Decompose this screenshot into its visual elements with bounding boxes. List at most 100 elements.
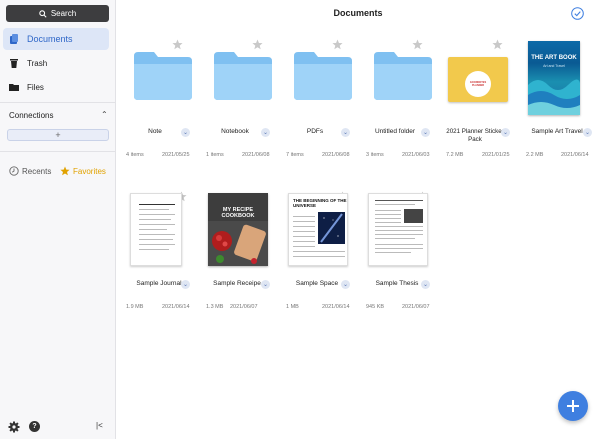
- document-thumbnail: [368, 193, 428, 266]
- text-line: [139, 229, 167, 230]
- star-icon[interactable]: [332, 39, 343, 50]
- star-icon[interactable]: [492, 39, 503, 50]
- text-line: [293, 226, 315, 227]
- text-line: [375, 234, 423, 235]
- text-line: [375, 200, 423, 201]
- text-line: [293, 216, 315, 217]
- help-icon[interactable]: ?: [29, 421, 40, 432]
- document-thumbnail: GOODNOTES PLANNER: [448, 57, 508, 102]
- search-button[interactable]: Search: [6, 5, 109, 22]
- text-line: [375, 210, 401, 211]
- document-tile-journal[interactable]: Sample Journal ⌄ 1.9 MB 2021/06/14: [124, 191, 200, 324]
- text-line: [293, 251, 345, 252]
- modified-date: 2021/06/14: [561, 152, 589, 158]
- chevron-down-icon[interactable]: ⌄: [421, 280, 430, 289]
- text-line: [293, 221, 315, 222]
- star-icon[interactable]: [252, 39, 263, 50]
- item-count: 4 items: [126, 152, 144, 158]
- text-line: [139, 204, 175, 205]
- modified-date: 2021/05/25: [162, 152, 190, 158]
- chevron-up-icon[interactable]: ⌃: [101, 110, 108, 119]
- text-line: [375, 204, 415, 205]
- text-line: [375, 248, 423, 249]
- folder-icon: [214, 52, 272, 100]
- document-tile-pdfs[interactable]: PDFs ⌄ 7 items 2021/06/08: [284, 39, 360, 172]
- text-line: [139, 239, 173, 240]
- trash-icon: [10, 59, 18, 68]
- chevron-down-icon[interactable]: ⌄: [181, 280, 190, 289]
- plus-icon: [567, 400, 579, 412]
- folder-icon: [134, 52, 192, 100]
- app-window: Search Documents Trash Files Connections…: [0, 0, 600, 439]
- recents-tab[interactable]: Recents: [9, 166, 51, 176]
- chevron-down-icon[interactable]: ⌄: [583, 128, 592, 137]
- sidebar-item-trash[interactable]: Trash: [3, 52, 109, 74]
- star-icon[interactable]: [172, 39, 183, 50]
- chevron-down-icon[interactable]: ⌄: [341, 280, 350, 289]
- sidebar-item-files[interactable]: Files: [3, 76, 109, 98]
- add-document-button[interactable]: [558, 391, 588, 421]
- folder-icon: [9, 84, 19, 91]
- document-name: Sample Receipe: [213, 280, 261, 287]
- recents-label: Recents: [22, 166, 52, 176]
- favorites-tab[interactable]: Favorites: [60, 166, 106, 176]
- document-tile-note[interactable]: Note ⌄ 4 items 2021/05/25: [124, 39, 200, 172]
- document-name: Sample Space: [295, 280, 339, 287]
- cover-title: THE ART BOOK: [531, 55, 577, 61]
- collapse-sidebar-icon[interactable]: |<: [96, 421, 103, 430]
- add-connection-button[interactable]: +: [7, 129, 109, 141]
- favorites-label: Favorites: [73, 166, 106, 176]
- text-line: [293, 256, 345, 257]
- file-size: 945 KB: [366, 304, 385, 310]
- cover-title: MY RECIPE COOKBOOK: [221, 207, 255, 219]
- document-tile-art-travel[interactable]: THE ART BOOK Art and Travel Sample Art T…: [522, 41, 594, 172]
- connections-heading: Connections: [9, 111, 54, 120]
- sidebar-item-documents[interactable]: Documents: [3, 28, 109, 50]
- document-name: PDFs: [306, 128, 324, 135]
- sidebar: Search Documents Trash Files Connections…: [0, 0, 116, 439]
- chevron-down-icon[interactable]: ⌄: [341, 128, 350, 137]
- chevron-down-icon[interactable]: ⌄: [501, 128, 510, 137]
- chevron-down-icon[interactable]: ⌄: [261, 128, 270, 137]
- galaxy-image: [318, 212, 345, 244]
- gear-icon[interactable]: [8, 421, 20, 433]
- text-line: [139, 219, 171, 220]
- chevron-down-icon[interactable]: ⌄: [181, 128, 190, 137]
- clock-icon: [9, 166, 19, 176]
- document-tile-thesis[interactable]: Sample Thesis ⌄ 945 KB 2021/06/07: [364, 191, 440, 324]
- document-name: Sample Thesis: [375, 280, 419, 287]
- sidebar-divider: [0, 102, 116, 103]
- document-tile-space[interactable]: THE BEGINNING OF THE UNIVERSE Sample Spa…: [284, 191, 360, 324]
- modified-date: 2021/06/14: [162, 304, 190, 310]
- file-size: 1.9 MB: [126, 304, 144, 310]
- chevron-down-icon[interactable]: ⌄: [261, 280, 270, 289]
- star-icon[interactable]: [412, 39, 423, 50]
- modified-date: 2021/06/14: [322, 304, 350, 310]
- document-thumbnail: [130, 193, 182, 266]
- item-count: 3 items: [366, 152, 384, 158]
- select-check-icon[interactable]: [571, 7, 584, 20]
- text-line: [139, 224, 175, 225]
- wave-art: [528, 79, 580, 115]
- document-name: 2021 Planner Sticker Pack: [446, 128, 504, 143]
- text-line: [293, 241, 315, 242]
- chevron-down-icon[interactable]: ⌄: [421, 128, 430, 137]
- modified-date: 2021/06/08: [242, 152, 270, 158]
- text-line: [139, 214, 175, 215]
- document-tile-receipe[interactable]: MY RECIPE COOKBOOK Sample Receipe ⌄ 1.3 …: [204, 193, 280, 324]
- text-line: [375, 222, 401, 223]
- document-name: Sample Art Travel: [531, 128, 583, 135]
- file-size: 1 MB: [286, 304, 299, 310]
- document-name: Note: [148, 128, 162, 135]
- document-name: Untitled folder: [374, 128, 416, 135]
- document-tile-notebook[interactable]: Notebook ⌄ 1 items 2021/06/08: [204, 39, 280, 172]
- document-tile-planner[interactable]: GOODNOTES PLANNER 2021 Planner Sticker P…: [444, 39, 520, 172]
- text-line: [375, 218, 401, 219]
- sidebar-divider: [0, 151, 116, 152]
- modified-date: 2021/06/07: [402, 304, 430, 310]
- document-tile-untitled-folder[interactable]: Untitled folder ⌄ 3 items 2021/06/03: [364, 39, 440, 172]
- text-line: [375, 238, 415, 239]
- text-line: [293, 231, 315, 232]
- file-size: 2.2 MB: [526, 152, 544, 158]
- text-line: [139, 209, 169, 210]
